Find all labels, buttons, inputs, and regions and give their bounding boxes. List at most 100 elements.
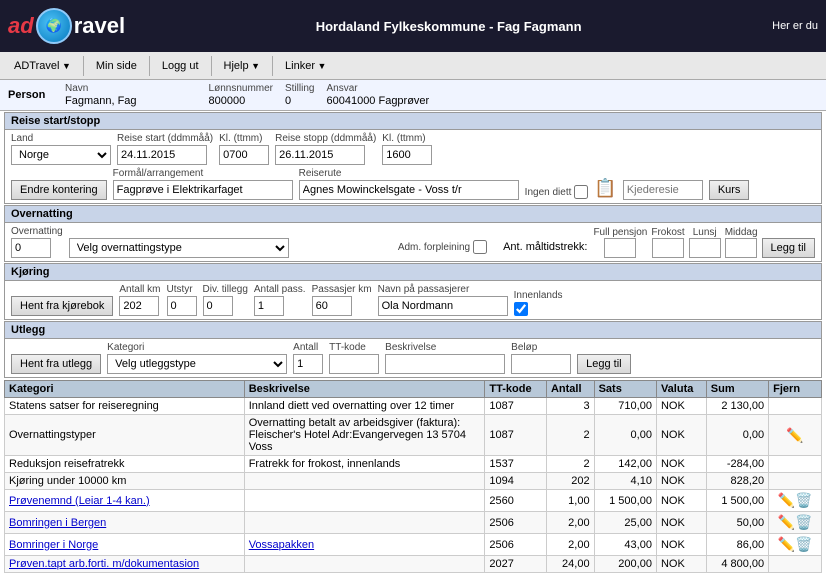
valuta-cell: NOK: [656, 473, 706, 490]
full-pensjon-input[interactable]: [604, 238, 636, 258]
kurs-button[interactable]: Kurs: [709, 180, 750, 200]
overnatting-legg-til-button[interactable]: Legg til: [762, 238, 815, 258]
edit-icon[interactable]: ✏️: [778, 492, 795, 508]
beskrivelse-link[interactable]: Vossapakken: [249, 539, 314, 551]
utlegg-belop-input[interactable]: [511, 354, 571, 374]
innenlands-checkbox[interactable]: [514, 302, 528, 316]
passasjer-km-input[interactable]: [312, 296, 352, 316]
utlegg-belop-field: Beløp: [511, 342, 571, 374]
utlegg-tt-kode-input[interactable]: [329, 354, 379, 374]
formal-input[interactable]: [113, 180, 293, 200]
full-pensjon-field: Full pensjon: [593, 227, 647, 258]
table-row: Bomringer i NorgeVossapakken25062,0043,0…: [5, 534, 822, 556]
utlegg-beskrivelse-input[interactable]: [385, 354, 505, 374]
kl-start-label: Kl. (ttmm): [219, 133, 269, 144]
overnatting-type-select[interactable]: Velg overnattingstype: [69, 238, 289, 258]
nav-adtravel[interactable]: ADTravel: [4, 56, 81, 76]
nav-sep-4: [272, 56, 273, 76]
sum-cell: 1 500,00: [706, 490, 768, 512]
sum-cell: 86,00: [706, 534, 768, 556]
navn-passasjerer-input[interactable]: [378, 296, 508, 316]
overnatting-count-input[interactable]: [11, 238, 51, 258]
table-row: OvernattingstyperOvernatting betalt av a…: [5, 415, 822, 456]
reiserute-input[interactable]: [299, 180, 519, 200]
overnatting-section: Overnatting Overnatting Velg overnatting…: [4, 205, 822, 262]
nav-minside[interactable]: Min side: [86, 56, 147, 76]
navn-passasjerer-label: Navn på passasjerer: [378, 284, 508, 295]
person-section: Person Navn Fagmann, Fag Lønnsnummer 800…: [0, 80, 826, 111]
utstyr-field: Utstyr: [167, 284, 197, 316]
overnatting-type-label: [69, 226, 392, 237]
kl-start-input[interactable]: [219, 145, 269, 165]
middag-input[interactable]: [725, 238, 757, 258]
ansvar-label: Ansvar: [326, 83, 429, 94]
hent-fra-kjorebok-button[interactable]: Hent fra kjørebok: [11, 296, 113, 316]
beskrivelse-cell: Overnatting betalt av arbeidsgiver (fakt…: [244, 415, 485, 456]
antall-cell: 1,00: [546, 490, 594, 512]
utstyr-input[interactable]: [167, 296, 197, 316]
edit-icon[interactable]: ✏️: [778, 514, 795, 530]
stilling-label: Stilling: [285, 83, 314, 94]
utlegg-antall-input[interactable]: [293, 354, 323, 374]
page-title: Hordaland Fylkeskommune - Fag Fagmann: [316, 19, 582, 34]
kl-stopp-input[interactable]: [382, 145, 432, 165]
kategori-cell: Statens satser for reiseregning: [5, 398, 245, 415]
nav-hjelp[interactable]: Hjelp: [214, 56, 271, 76]
endre-kontering-button[interactable]: Endre kontering: [11, 180, 107, 200]
nav-linker[interactable]: Linker: [275, 56, 336, 76]
frokost-input[interactable]: [652, 238, 684, 258]
formal-field: Formål/arrangement: [113, 168, 293, 200]
utlegg-belop-label: Beløp: [511, 342, 571, 353]
reise-stopp-input[interactable]: [275, 145, 365, 165]
antall-km-label: Antall km: [119, 284, 160, 295]
delete-icon[interactable]: 🗑️: [795, 536, 812, 552]
hent-fra-utlegg-button[interactable]: Hent fra utlegg: [11, 354, 101, 374]
col-header-sats: Sats: [594, 381, 656, 398]
kjederesie-input[interactable]: [623, 180, 703, 200]
lonnsnummer-value: 800000: [209, 95, 273, 107]
antall-km-input[interactable]: [119, 296, 159, 316]
kategori-link[interactable]: Prøven.tapt arb.forti. m/dokumentasion: [9, 558, 199, 570]
table-row: Prøven.tapt arb.forti. m/dokumentasion20…: [5, 556, 822, 573]
antall-cell: 202: [546, 473, 594, 490]
antall-cell: 3: [546, 398, 594, 415]
adm-forpleining-checkbox[interactable]: [473, 240, 487, 254]
div-tillegg-input[interactable]: [203, 296, 233, 316]
ingen-diett-field: Ingen diett: [525, 185, 589, 199]
action-cell: [769, 456, 822, 473]
div-tillegg-label: Div. tillegg: [203, 284, 248, 295]
valuta-cell: NOK: [656, 490, 706, 512]
kategori-link[interactable]: Bomringen i Bergen: [9, 517, 106, 529]
utlegg-kategori-select[interactable]: Velg utleggstype: [107, 354, 287, 374]
reise-start-field: Reise start (ddmmåå): [117, 133, 213, 165]
kategori-link[interactable]: Prøvenemnd (Leiar 1-4 kan.): [9, 495, 150, 507]
logo-ravel: ravel: [74, 13, 125, 39]
reise-start-input[interactable]: [117, 145, 207, 165]
utlegg-antall-field: Antall: [293, 342, 323, 374]
sum-cell: 2 130,00: [706, 398, 768, 415]
reise-start-label: Reise start (ddmmåå): [117, 133, 213, 144]
antall-pass-input[interactable]: [254, 296, 284, 316]
utlegg-beskrivelse-label: Beskrivelse: [385, 342, 505, 353]
lunsj-input[interactable]: [689, 238, 721, 258]
top-bar: ad 🌍 ravel Hordaland Fylkeskommune - Fag…: [0, 0, 826, 52]
col-header-beskrivelse: Beskrivelse: [244, 381, 485, 398]
table-row: Kjøring under 10000 km10942024,10NOK828,…: [5, 473, 822, 490]
valuta-cell: NOK: [656, 556, 706, 573]
reise-stopp-label: Reise stopp (ddmmåå): [275, 133, 376, 144]
land-select[interactable]: Norge: [11, 145, 111, 165]
edit-icon[interactable]: ✏️: [786, 427, 803, 443]
copy-icon[interactable]: 📋: [594, 178, 616, 199]
antall-pass-field: Antall pass.: [254, 284, 306, 316]
ingen-diett-checkbox[interactable]: [574, 185, 588, 199]
delete-icon[interactable]: 🗑️: [795, 514, 812, 530]
sum-cell: 828,20: [706, 473, 768, 490]
kategori-cell: Overnattingstyper: [5, 415, 245, 456]
nav-loggut[interactable]: Logg ut: [152, 56, 209, 76]
kategori-cell: Kjøring under 10000 km: [5, 473, 245, 490]
kategori-link[interactable]: Bomringer i Norge: [9, 539, 98, 551]
nav-sep-3: [211, 56, 212, 76]
edit-icon[interactable]: ✏️: [778, 536, 795, 552]
delete-icon[interactable]: 🗑️: [795, 492, 812, 508]
utlegg-legg-til-button[interactable]: Legg til: [577, 354, 630, 374]
